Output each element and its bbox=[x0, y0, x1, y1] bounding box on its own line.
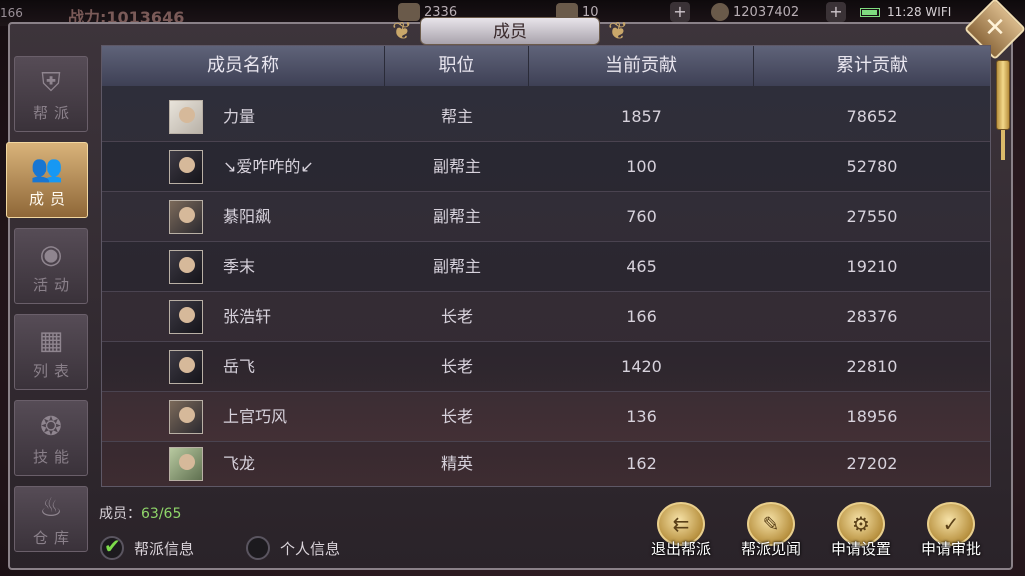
leave-guild-button[interactable]: ⇇ 退出帮派 bbox=[646, 502, 716, 562]
member-total-contribution: 52780 bbox=[846, 156, 898, 176]
tab-guild[interactable]: ⛨ 帮派 bbox=[14, 56, 88, 132]
avatar[interactable] bbox=[169, 99, 203, 134]
table-row[interactable]: 飞龙 精英 162 27202 bbox=[102, 442, 990, 486]
close-icon[interactable]: ✕ bbox=[982, 14, 1008, 42]
column-header-current-contribution[interactable]: 当前贡献 bbox=[529, 46, 754, 86]
clock: 11:28 WIFI bbox=[887, 5, 952, 19]
member-current-contribution: 1857 bbox=[621, 106, 662, 126]
scroll-decoration-icon bbox=[992, 60, 1014, 160]
member-count: 成员：63/65 bbox=[99, 506, 182, 522]
radio-empty-icon[interactable] bbox=[246, 536, 270, 560]
avatar[interactable] bbox=[169, 399, 203, 434]
member-table: 成员名称 职位 当前贡献 累计贡献 力量 帮主 1857 78652 ↘爱咋咋的… bbox=[101, 45, 991, 487]
member-name: 季末 bbox=[223, 256, 256, 276]
resource-3-value: 12037402 bbox=[733, 4, 800, 20]
table-row[interactable]: 力量 帮主 1857 78652 bbox=[102, 92, 990, 142]
member-role: 帮主 bbox=[440, 106, 473, 126]
member-role: 副帮主 bbox=[432, 256, 481, 276]
column-header-total-contribution[interactable]: 累计贡献 bbox=[754, 46, 990, 86]
tab-members[interactable]: 👥 成员 bbox=[6, 142, 88, 218]
status-left-number: 166 bbox=[0, 6, 23, 20]
member-total-contribution: 27550 bbox=[846, 206, 898, 226]
tab-activity[interactable]: ◉ 活动 bbox=[14, 228, 88, 304]
table-row[interactable]: ↘爱咋咋的↙ 副帮主 100 52780 bbox=[102, 142, 990, 192]
radio-personal-info-label: 个人信息 bbox=[280, 539, 341, 558]
tab-warehouse[interactable]: ♨ 仓库 bbox=[14, 486, 88, 552]
column-header-role[interactable]: 职位 bbox=[385, 46, 529, 86]
skill-icon: ❂ bbox=[40, 411, 62, 442]
radio-guild-info-label: 帮派信息 bbox=[134, 539, 195, 558]
tab-list[interactable]: ▦ 列表 bbox=[14, 314, 88, 390]
title-ornament-right-icon: ❦ bbox=[607, 17, 629, 45]
coin-icon bbox=[711, 3, 729, 21]
member-total-contribution: 27202 bbox=[846, 454, 898, 473]
radio-personal-info[interactable]: 个人信息 bbox=[246, 536, 340, 560]
table-row[interactable]: 上官巧风 长老 136 18956 bbox=[102, 392, 990, 442]
tab-skill[interactable]: ❂ 技能 bbox=[14, 400, 88, 476]
member-total-contribution: 28376 bbox=[846, 306, 898, 326]
add-resource-3-button[interactable]: + bbox=[826, 2, 846, 22]
member-role: 精英 bbox=[440, 454, 473, 473]
member-current-contribution: 166 bbox=[626, 306, 657, 326]
checkmark-icon[interactable] bbox=[100, 534, 124, 560]
member-role: 长老 bbox=[440, 306, 473, 326]
member-name: 飞龙 bbox=[223, 454, 256, 473]
member-total-contribution: 19210 bbox=[846, 256, 898, 276]
member-current-contribution: 1420 bbox=[621, 356, 662, 376]
guild-news-button[interactable]: ✎ 帮派见闻 bbox=[736, 502, 806, 562]
application-settings-button[interactable]: ⚙ 申请设置 bbox=[826, 502, 896, 562]
member-role: 长老 bbox=[440, 356, 473, 376]
member-current-contribution: 162 bbox=[626, 454, 657, 473]
activity-icon: ◉ bbox=[39, 239, 63, 270]
member-current-contribution: 760 bbox=[626, 206, 657, 226]
resource-3: 12037402 bbox=[711, 3, 799, 21]
table-row[interactable]: 綦阳飙 副帮主 760 27550 bbox=[102, 192, 990, 242]
table-header: 成员名称 职位 当前贡献 累计贡献 bbox=[102, 46, 990, 86]
column-header-name[interactable]: 成员名称 bbox=[102, 46, 385, 86]
member-name: 张浩轩 bbox=[223, 306, 272, 326]
table-row[interactable]: 岳飞 长老 1420 22810 bbox=[102, 342, 990, 392]
member-name: 岳飞 bbox=[223, 356, 256, 376]
battery-icon bbox=[860, 8, 880, 17]
guild-emblem-icon: ⛨ bbox=[41, 67, 61, 98]
radio-guild-info[interactable]: 帮派信息 bbox=[100, 534, 195, 560]
member-current-contribution: 465 bbox=[626, 256, 657, 276]
warehouse-icon: ♨ bbox=[39, 492, 63, 523]
member-total-contribution: 22810 bbox=[846, 356, 898, 376]
member-role: 副帮主 bbox=[432, 206, 481, 226]
member-count-value: 63/65 bbox=[141, 506, 182, 522]
avatar[interactable] bbox=[169, 349, 203, 384]
avatar[interactable] bbox=[169, 447, 203, 481]
table-row[interactable]: 张浩轩 长老 166 28376 bbox=[102, 292, 990, 342]
table-row[interactable]: 季末 副帮主 465 19210 bbox=[102, 242, 990, 292]
member-name: 綦阳飙 bbox=[223, 206, 272, 226]
avatar[interactable] bbox=[169, 299, 203, 334]
list-icon: ▦ bbox=[38, 325, 64, 356]
members-icon: 👥 bbox=[30, 153, 64, 184]
member-current-contribution: 100 bbox=[626, 156, 657, 176]
application-review-button[interactable]: ✓ 申请审批 bbox=[916, 502, 986, 562]
window-title: 成员 bbox=[420, 17, 600, 45]
member-total-contribution: 18956 bbox=[846, 406, 898, 426]
avatar[interactable] bbox=[169, 199, 203, 234]
add-resource-2-button[interactable]: + bbox=[670, 2, 690, 22]
member-name: 力量 bbox=[223, 106, 256, 126]
member-name: 上官巧风 bbox=[223, 406, 288, 426]
avatar[interactable] bbox=[169, 149, 203, 184]
member-role: 长老 bbox=[440, 406, 473, 426]
member-name: ↘爱咋咋的↙ bbox=[223, 156, 314, 176]
member-current-contribution: 136 bbox=[626, 406, 657, 426]
member-role: 副帮主 bbox=[432, 156, 481, 176]
avatar[interactable] bbox=[169, 249, 203, 284]
member-total-contribution: 78652 bbox=[846, 106, 898, 126]
